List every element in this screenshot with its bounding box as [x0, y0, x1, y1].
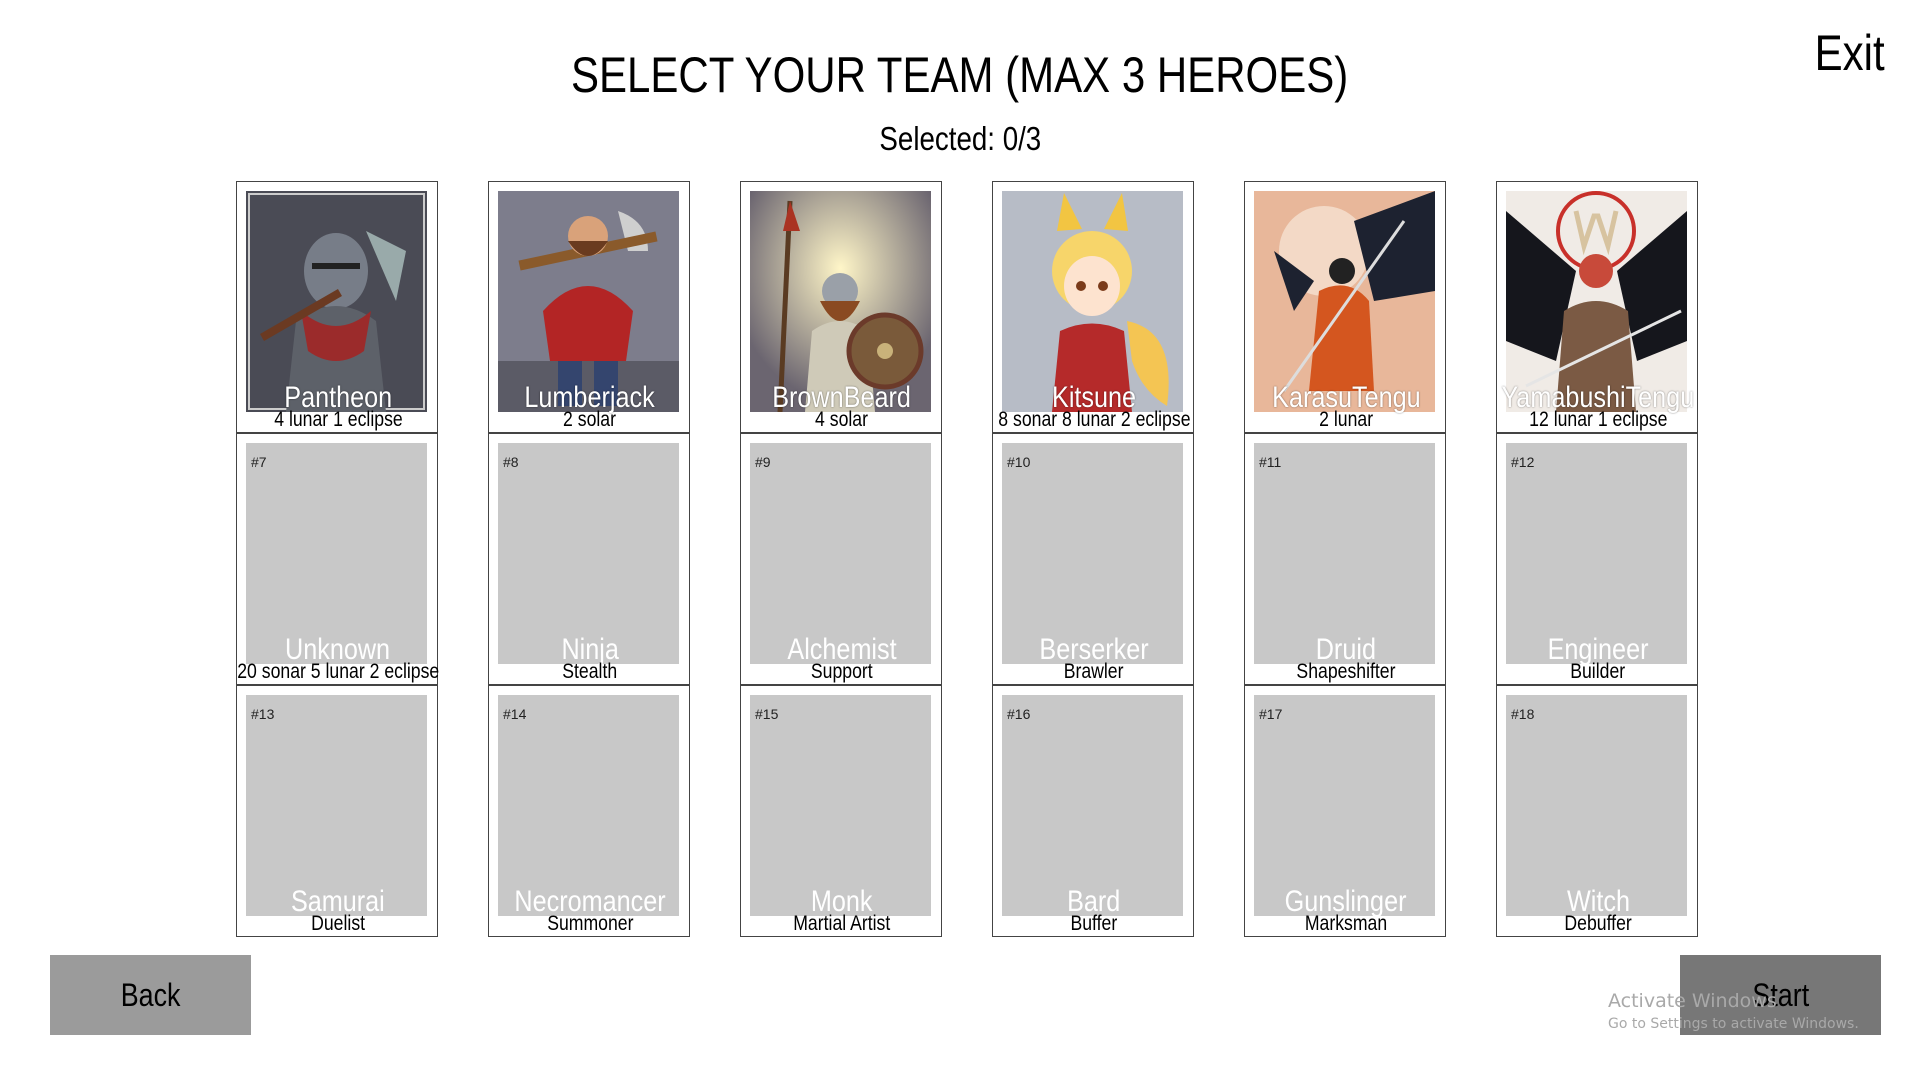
hero-card[interactable]: Lumberjack 2 solar	[488, 181, 690, 433]
hero-card[interactable]: #17 Gunslinger Marksman	[1244, 685, 1446, 937]
hero-card[interactable]: #13 Samurai Duelist	[236, 685, 438, 937]
page-title: SELECT YOUR TEAM (MAX 3 HEROES)	[571, 47, 1349, 103]
hero-subtitle: Martial Artist	[793, 912, 891, 935]
hero-card[interactable]: #16 Bard Buffer	[992, 685, 1194, 937]
portrait-placeholder	[1506, 695, 1687, 916]
hero-card[interactable]: KarasuTengu 2 lunar	[1244, 181, 1446, 433]
portrait-placeholder	[1002, 695, 1183, 916]
hero-subtitle: 8 sonar 8 lunar 2 eclipse	[997, 408, 1191, 431]
viking-portrait	[750, 191, 931, 412]
hero-number: #8	[503, 454, 519, 470]
hero-card[interactable]: #18 Witch Debuffer	[1496, 685, 1698, 937]
hero-subtitle: Support	[811, 660, 873, 683]
hero-number: #12	[1511, 454, 1535, 470]
portrait-placeholder	[1506, 443, 1687, 664]
hero-subtitle: Stealth	[562, 660, 618, 683]
hero-subtitle: Duelist	[311, 912, 365, 935]
watermark-title: Activate Windows	[1608, 990, 1777, 1012]
hero-subtitle: 4 solar	[815, 408, 869, 431]
hero-number: #11	[1259, 454, 1282, 470]
hero-subtitle: 4 lunar 1 eclipse	[273, 408, 403, 431]
crow-warrior-portrait	[1254, 191, 1435, 412]
activation-watermark: Activate Windows Go to Settings to activ…	[1608, 990, 1859, 1032]
hero-card[interactable]: #7 Unknown 20 sonar 5 lunar 2 eclipse	[236, 433, 439, 685]
hero-subtitle: Brawler	[1064, 660, 1124, 683]
lumberjack-portrait	[498, 191, 679, 412]
hero-subtitle: Debuffer	[1564, 912, 1632, 935]
hero-card[interactable]: #9 Alchemist Support	[740, 433, 942, 685]
portrait-placeholder	[246, 443, 427, 664]
portrait-placeholder	[1002, 443, 1183, 664]
hero-subtitle: Shapeshifter	[1296, 660, 1396, 683]
hero-card[interactable]: YamabushiTengu 12 lunar 1 eclipse	[1496, 181, 1698, 433]
portrait-placeholder	[498, 443, 679, 664]
hero-card[interactable]: #8 Ninja Stealth	[488, 433, 690, 685]
hero-card[interactable]: Pantheon 4 lunar 1 eclipse	[236, 181, 438, 433]
hero-subtitle: Buffer	[1070, 912, 1118, 935]
hero-subtitle: Marksman	[1304, 912, 1388, 935]
hero-subtitle: 2 lunar	[1319, 408, 1373, 431]
hero-subtitle: 2 solar	[563, 408, 617, 431]
hero-subtitle: Builder	[1570, 660, 1626, 683]
exit-button[interactable]: Exit	[1808, 24, 1891, 82]
hero-number: #7	[251, 454, 267, 470]
fox-girl-portrait	[1002, 191, 1183, 412]
hero-number: #10	[1007, 454, 1031, 470]
portrait-placeholder	[1254, 695, 1435, 916]
portrait-placeholder	[1254, 443, 1435, 664]
portrait-placeholder	[498, 695, 679, 916]
hero-card[interactable]: #12 Engineer Builder	[1496, 433, 1698, 685]
hero-number: #16	[1007, 706, 1031, 722]
hero-number: #13	[251, 706, 275, 722]
knight-portrait	[246, 191, 427, 412]
hero-number: #17	[1259, 706, 1283, 722]
hero-card[interactable]: #15 Monk Martial Artist	[740, 685, 942, 937]
hero-number: #9	[755, 454, 771, 470]
hero-subtitle: Summoner	[546, 912, 634, 935]
winged-samurai-portrait	[1506, 191, 1687, 412]
hero-number: #14	[503, 706, 527, 722]
hero-card[interactable]: Kitsune 8 sonar 8 lunar 2 eclipse	[992, 181, 1194, 433]
hero-subtitle: 12 lunar 1 eclipse	[1528, 408, 1668, 431]
hero-subtitle: 20 sonar 5 lunar 2 eclipse	[236, 660, 440, 683]
hero-card[interactable]: #11 Druid Shapeshifter	[1244, 433, 1446, 685]
portrait-placeholder	[750, 443, 931, 664]
hero-card[interactable]: #14 Necromancer Summoner	[488, 685, 690, 937]
watermark-subtitle: Go to Settings to activate Windows.	[1608, 1016, 1859, 1032]
portrait-placeholder	[750, 695, 931, 916]
hero-number: #18	[1511, 706, 1535, 722]
portrait-placeholder	[246, 695, 427, 916]
hero-card[interactable]: BrownBeard 4 solar	[740, 181, 942, 433]
hero-number: #15	[755, 706, 779, 722]
back-button[interactable]: Back	[50, 955, 251, 1035]
hero-card[interactable]: #10 Berserker Brawler	[992, 433, 1194, 685]
selection-counter: Selected: 0/3	[879, 120, 1041, 157]
